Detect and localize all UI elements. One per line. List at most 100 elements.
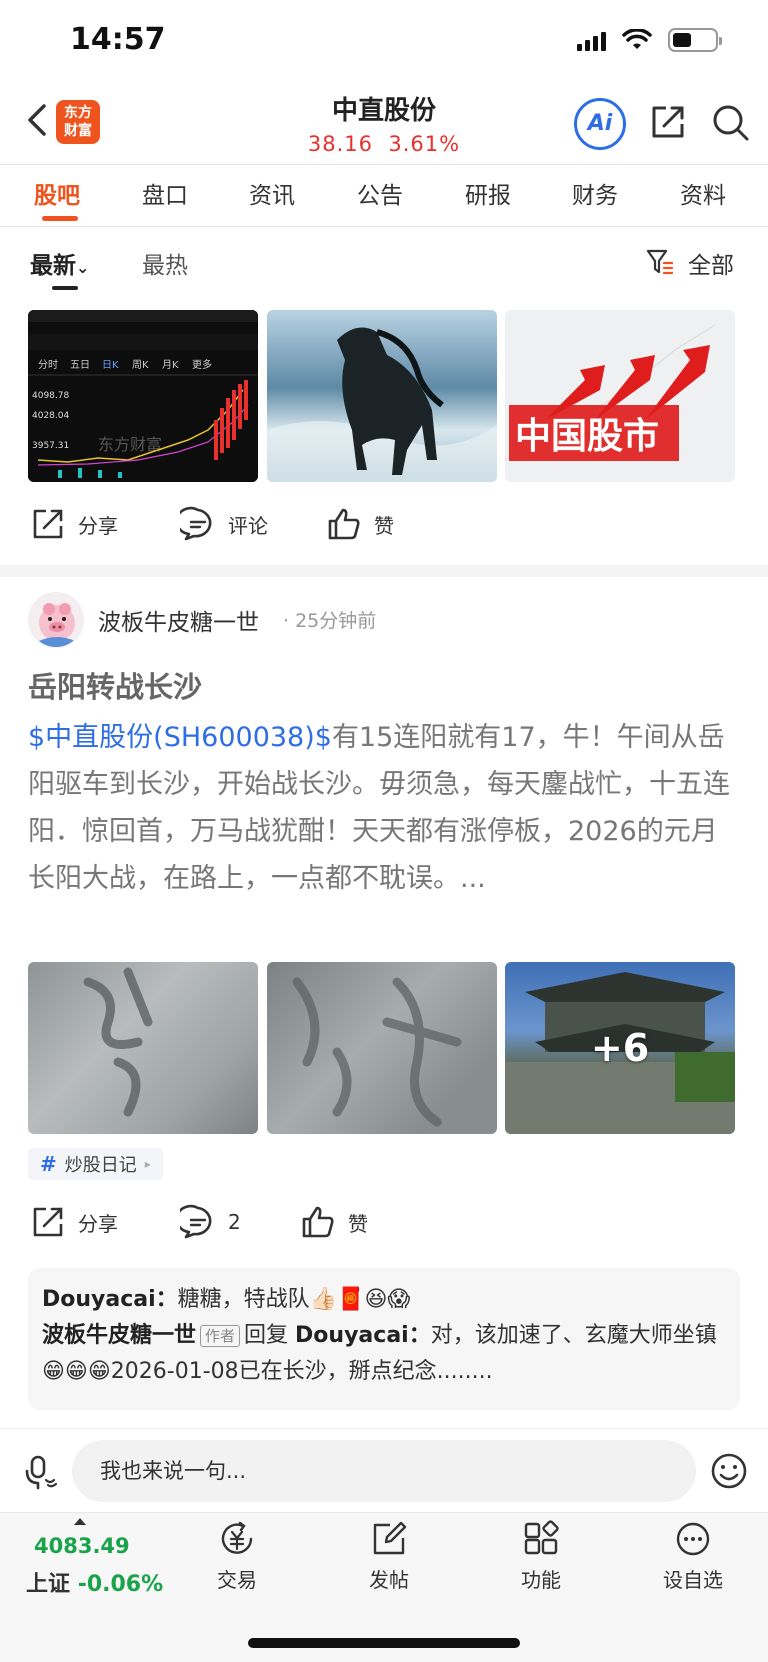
china-stock-image: 中国股市: [505, 310, 735, 482]
kline-chart-graphic: 分时 五日 日K 周K 月K 更多 4098.78 4028.04 3957.3…: [28, 310, 258, 482]
voice-input-icon[interactable]: [24, 1454, 60, 1490]
tab-active-indicator: [42, 216, 78, 221]
like-label: 赞: [374, 513, 394, 538]
stock-change: 3.61%: [388, 132, 461, 156]
author-badge: 作者: [200, 1325, 241, 1347]
yuan-exchange-icon: [221, 1521, 253, 1554]
nav-trade-label: 交易: [217, 1568, 257, 1592]
nav-add-watchlist[interactable]: 设自选: [638, 1520, 748, 1593]
post-time: · 25分钟前: [283, 610, 377, 632]
chart-tab-2: 五日: [70, 360, 90, 371]
nav-add-watchlist-label: 设自选: [663, 1568, 723, 1592]
stone-carving-image: [83, 967, 153, 1117]
china-stock-image-thumbnail[interactable]: 中国股市: [505, 310, 735, 482]
cellular-signal-icon: [577, 29, 606, 51]
reply-target-user[interactable]: Douyacai：: [295, 1323, 431, 1348]
share-icon: [33, 1207, 63, 1237]
post-author[interactable]: 波板牛皮糖一世: [98, 603, 259, 637]
sort-latest-label: 最新: [30, 253, 76, 279]
share-label: 分享: [78, 1211, 118, 1236]
tab-announcements[interactable]: 公告: [357, 176, 403, 210]
compose-icon: [373, 1521, 407, 1555]
grid-icon: [524, 1520, 559, 1555]
post-body[interactable]: $中直股份(SH600038)$有15连阳就有17，牛！午间从岳阳驱车到长沙，开…: [28, 714, 740, 902]
kline-chart-thumbnail[interactable]: 分时 五日 日K 周K 月K 更多 4098.78 4028.04 3957.3…: [28, 310, 258, 482]
index-ticker[interactable]: 上证 -0.06%: [26, 1566, 163, 1598]
ai-assistant-button[interactable]: Ai: [574, 98, 626, 150]
tab-guba[interactable]: 股吧: [34, 176, 80, 210]
filter-all[interactable]: 全部: [688, 246, 734, 280]
chart-tab-3: 日K: [102, 360, 119, 371]
chevron-down-icon: ⌄: [76, 258, 90, 277]
chart-price-mid: 4028.04: [32, 411, 69, 421]
like-label: 赞: [348, 1211, 368, 1236]
index-value[interactable]: 4083.49: [34, 1534, 130, 1558]
chart-price-high: 4098.78: [32, 391, 69, 401]
post2-share-button[interactable]: 分享: [30, 1204, 118, 1240]
post-title[interactable]: 岳阳转战长沙: [28, 664, 202, 706]
horse-image-thumbnail[interactable]: [267, 310, 497, 482]
post-separator: [0, 565, 768, 577]
nav-trade[interactable]: 交易: [182, 1520, 292, 1593]
pig-avatar-icon: [39, 603, 75, 647]
tab-profile[interactable]: 资料: [680, 176, 726, 210]
status-time: 14:57: [70, 22, 166, 57]
comment-item: 波板牛皮糖一世 作者 回复 Douyacai：对，该加速了、玄魔大师坐镇😁😁😁202…: [42, 1318, 726, 1390]
chart-tab-1: 分时: [38, 359, 58, 371]
stone-carving-image-2: [292, 977, 462, 1127]
tab-news[interactable]: 资讯: [249, 176, 295, 210]
avatar[interactable]: [28, 592, 84, 648]
index-change: -0.06%: [77, 1572, 164, 1597]
share-icon[interactable]: [648, 102, 688, 142]
input-bar-divider: [0, 1428, 768, 1429]
index-name: 上证: [26, 1572, 71, 1597]
share-label: 分享: [78, 513, 118, 538]
comment-preview-box[interactable]: Douyacai：糖糖，特战队👍🏻🧧😆😱 波板牛皮糖一世 作者 回复 Douyaca…: [28, 1268, 740, 1410]
wifi-icon: [622, 29, 652, 49]
post1-share-button[interactable]: 分享: [30, 506, 118, 542]
more-images-count[interactable]: +6: [505, 962, 735, 1134]
chart-tab-5: 月K: [162, 359, 179, 371]
more-dots-icon: [676, 1522, 710, 1556]
battery-icon: [668, 28, 722, 52]
tab-research[interactable]: 研报: [465, 176, 511, 210]
tabs-divider: [0, 226, 768, 227]
chart-price-low: 3957.31: [32, 441, 69, 451]
nav-functions[interactable]: 功能: [486, 1520, 596, 1593]
sort-latest-indicator: [52, 286, 78, 290]
tab-bar: 股吧 盘口 资讯 公告 研报 财务 资料: [0, 176, 768, 224]
reply-word: 回复: [244, 1323, 289, 1348]
post1-comment-button[interactable]: 评论: [180, 506, 268, 542]
post2-comment-button[interactable]: 2: [180, 1204, 241, 1240]
nav-post[interactable]: 发帖: [334, 1520, 444, 1593]
comment-item: Douyacai：糖糖，特战队👍🏻🧧😆😱: [42, 1282, 726, 1318]
home-indicator[interactable]: [248, 1638, 520, 1648]
search-icon[interactable]: [710, 102, 750, 142]
tab-finance[interactable]: 财务: [572, 176, 618, 210]
post2-like-button[interactable]: 赞: [300, 1204, 368, 1240]
topic-tag[interactable]: # 炒股日记 ▸: [28, 1148, 163, 1180]
nav-post-label: 发帖: [369, 1568, 409, 1592]
chevron-right-icon: ▸: [144, 1157, 151, 1171]
comment-user[interactable]: 波板牛皮糖一世: [42, 1323, 196, 1348]
chart-tab-4: 周K: [132, 359, 149, 371]
calligraphy-image-1[interactable]: [28, 962, 258, 1134]
post1-actions: 分享 评论 赞: [30, 506, 730, 546]
emoji-icon[interactable]: [710, 1452, 748, 1490]
post1-like-button[interactable]: 赞: [326, 506, 394, 542]
sort-latest[interactable]: 最新⌄: [30, 246, 89, 280]
tab-pankou[interactable]: 盘口: [142, 176, 188, 210]
comment-input[interactable]: [72, 1440, 696, 1502]
sort-hot[interactable]: 最热: [142, 246, 188, 280]
comment-user[interactable]: Douyacai：: [42, 1287, 178, 1312]
caret-up-icon[interactable]: [74, 1518, 86, 1525]
filter-icon[interactable]: [646, 248, 674, 276]
stock-mention-link[interactable]: $中直股份(SH600038)$: [28, 722, 332, 753]
nav-functions-label: 功能: [521, 1568, 561, 1592]
post2-actions: 分享 2 赞: [30, 1204, 730, 1244]
calligraphy-image-2[interactable]: [267, 962, 497, 1134]
header-divider: [0, 164, 768, 165]
comment-label: 评论: [228, 513, 268, 538]
topic-label: 炒股日记: [64, 1155, 137, 1176]
horse-image: [267, 327, 497, 482]
